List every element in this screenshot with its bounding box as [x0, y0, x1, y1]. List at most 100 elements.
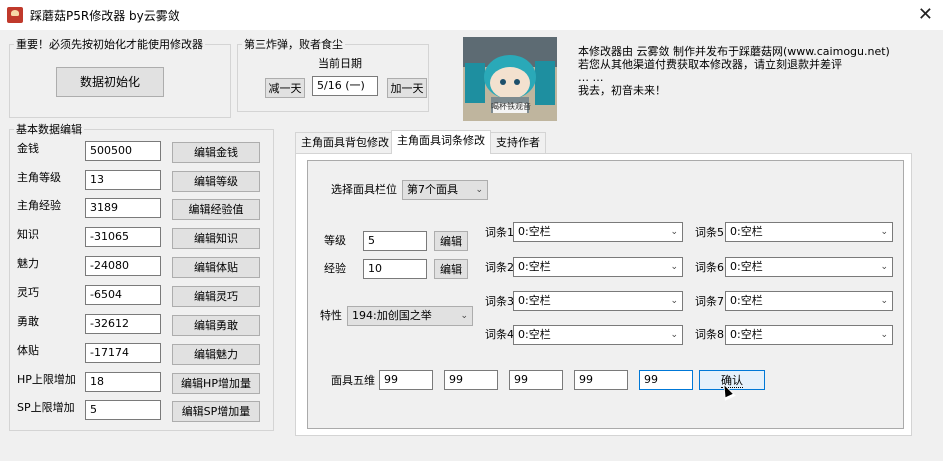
dexterity-label: 灵巧 — [17, 286, 39, 299]
app-window: 踩蘑菇P5R修改器 by云雾敛 ✕ 重要！必须先按初始化才能使用修改器 数据初始… — [0, 0, 943, 461]
entry-6-value: 0:空栏 — [730, 260, 763, 273]
edit-level-button[interactable]: 编辑等级 — [172, 171, 260, 192]
edit-dexterity-button[interactable]: 编辑灵巧 — [172, 286, 260, 307]
message-line: 本修改器由 云雾敛 制作并发布于踩蘑菇网(www.caimogu.net) — [578, 45, 890, 58]
edit-knowledge-label: 编辑知识 — [194, 232, 238, 245]
dexterity-input[interactable]: -6504 — [85, 285, 161, 305]
entry-6-select[interactable]: 0:空栏 ⌄ — [725, 257, 893, 277]
entry-1-label: 词条1 — [485, 226, 514, 239]
sp-increase-label: SP上限增加 — [17, 401, 75, 414]
mask-trait-select[interactable]: 194:加创国之举 ⌄ — [347, 306, 473, 326]
mask-stats-label: 面具五维 — [331, 374, 375, 387]
author-message: 本修改器由 云雾敛 制作并发布于踩蘑菇网(www.caimogu.net) 若您… — [578, 45, 890, 97]
charm-label: 魅力 — [17, 257, 39, 270]
chevron-down-icon: ⌄ — [670, 227, 678, 237]
photo-caption: 喝杯铁观音 — [491, 102, 531, 111]
mask-exp-label: 经验 — [324, 262, 346, 275]
sp-increase-input[interactable]: 5 — [85, 400, 161, 420]
tab-mask-inventory[interactable]: 主角面具背包修改 — [295, 132, 395, 153]
edit-kindness-label: 编辑体贴 — [194, 261, 238, 274]
tab-mask-entries[interactable]: 主角面具词条修改 — [391, 130, 491, 154]
edit-money-button[interactable]: 编辑金钱 — [172, 142, 260, 163]
mask-trait-label: 特性 — [320, 309, 342, 322]
data-init-button[interactable]: 数据初始化 — [56, 67, 164, 97]
entry-5-select[interactable]: 0:空栏 ⌄ — [725, 222, 893, 242]
mask-slot-label: 选择面具栏位 — [331, 183, 397, 196]
edit-guts-label: 编辑勇敢 — [194, 319, 238, 332]
tab-support-author[interactable]: 支持作者 — [490, 132, 546, 153]
chevron-down-icon: ⌄ — [460, 311, 468, 321]
title-bar: 踩蘑菇P5R修改器 by云雾敛 ✕ — [0, 0, 943, 30]
hp-increase-label: HP上限增加 — [17, 373, 76, 386]
money-input[interactable]: 500500 — [85, 141, 161, 161]
mask-stat-input[interactable]: 99 — [509, 370, 563, 390]
entry-1-select[interactable]: 0:空栏 ⌄ — [513, 222, 683, 242]
edit-exp-button[interactable]: 编辑经验值 — [172, 199, 260, 220]
entry-3-label: 词条3 — [485, 295, 514, 308]
edit-charm-button[interactable]: 编辑魅力 — [172, 344, 260, 365]
edit-exp-label: 编辑经验值 — [188, 203, 244, 216]
entry-4-value: 0:空栏 — [518, 328, 551, 341]
entry-1-value: 0:空栏 — [518, 225, 551, 238]
edit-guts-button[interactable]: 编辑勇敢 — [172, 315, 260, 336]
hp-increase-input[interactable]: 18 — [85, 372, 161, 392]
basic-data-legend: 基本数据编辑 — [14, 123, 84, 136]
edit-money-label: 编辑金钱 — [194, 146, 238, 159]
plus-day-label: 加一天 — [390, 82, 424, 95]
edit-kindness-button[interactable]: 编辑体贴 — [172, 257, 260, 278]
mask-stat-input[interactable]: 99 — [639, 370, 693, 390]
mask-exp-input[interactable]: 10 — [363, 259, 427, 279]
mask-level-edit-label: 编辑 — [440, 235, 462, 248]
mask-exp-edit-label: 编辑 — [440, 263, 462, 276]
data-init-button-label: 数据初始化 — [79, 75, 140, 89]
kindness-input[interactable]: -17174 — [85, 343, 161, 363]
init-group-legend: 重要！必须先按初始化才能使用修改器 — [14, 38, 205, 51]
exp-input[interactable]: 3189 — [85, 198, 161, 218]
mask-stat-input[interactable]: 99 — [574, 370, 628, 390]
plus-day-button[interactable]: 加一天 — [387, 78, 427, 98]
entry-2-value: 0:空栏 — [518, 260, 551, 273]
mask-stat-input[interactable]: 99 — [379, 370, 433, 390]
entry-2-select[interactable]: 0:空栏 ⌄ — [513, 257, 683, 277]
edit-sp-label: 编辑SP增加量 — [181, 405, 251, 418]
miku-photo: 喝杯铁观音 — [463, 37, 557, 121]
mask-level-edit-button[interactable]: 编辑 — [434, 231, 468, 251]
exp-label: 主角经验 — [17, 199, 61, 212]
window-title: 踩蘑菇P5R修改器 by云雾敛 — [30, 9, 180, 23]
knowledge-label: 知识 — [17, 228, 39, 241]
message-line: … … — [578, 71, 604, 84]
chevron-down-icon: ⌄ — [670, 296, 678, 306]
entry-5-value: 0:空栏 — [730, 225, 763, 238]
edit-knowledge-button[interactable]: 编辑知识 — [172, 228, 260, 249]
mask-exp-edit-button[interactable]: 编辑 — [434, 259, 468, 279]
entry-8-select[interactable]: 0:空栏 ⌄ — [725, 325, 893, 345]
date-display: 5/16 (一) — [312, 76, 378, 96]
minus-day-label: 减一天 — [268, 82, 302, 95]
guts-label: 勇敢 — [17, 315, 39, 328]
chevron-down-icon: ⌄ — [880, 227, 888, 237]
entry-8-label: 词条8 — [695, 328, 724, 341]
chevron-down-icon: ⌄ — [475, 185, 483, 195]
mask-level-input[interactable]: 5 — [363, 231, 427, 251]
entry-3-select[interactable]: 0:空栏 ⌄ — [513, 291, 683, 311]
minus-day-button[interactable]: 减一天 — [265, 78, 305, 98]
mask-stat-input[interactable]: 99 — [444, 370, 498, 390]
date-label: 当前日期 — [318, 57, 362, 70]
edit-hp-button[interactable]: 编辑HP增加量 — [172, 373, 260, 394]
chevron-down-icon: ⌄ — [670, 330, 678, 340]
entry-4-select[interactable]: 0:空栏 ⌄ — [513, 325, 683, 345]
knowledge-input[interactable]: -31065 — [85, 227, 161, 247]
entry-7-select[interactable]: 0:空栏 ⌄ — [725, 291, 893, 311]
chevron-down-icon: ⌄ — [880, 330, 888, 340]
entry-4-label: 词条4 — [485, 328, 514, 341]
edit-sp-button[interactable]: 编辑SP增加量 — [172, 401, 260, 422]
kindness-label: 体贴 — [17, 344, 39, 357]
mask-slot-value: 第7个面具 — [407, 183, 458, 196]
charm-input[interactable]: -24080 — [85, 256, 161, 276]
edit-hp-label: 编辑HP增加量 — [181, 377, 251, 390]
entry-5-label: 词条5 — [695, 226, 724, 239]
guts-input[interactable]: -32612 — [85, 314, 161, 334]
level-input[interactable]: 13 — [85, 170, 161, 190]
close-icon[interactable]: ✕ — [918, 4, 933, 25]
mask-slot-select[interactable]: 第7个面具 ⌄ — [402, 180, 488, 200]
